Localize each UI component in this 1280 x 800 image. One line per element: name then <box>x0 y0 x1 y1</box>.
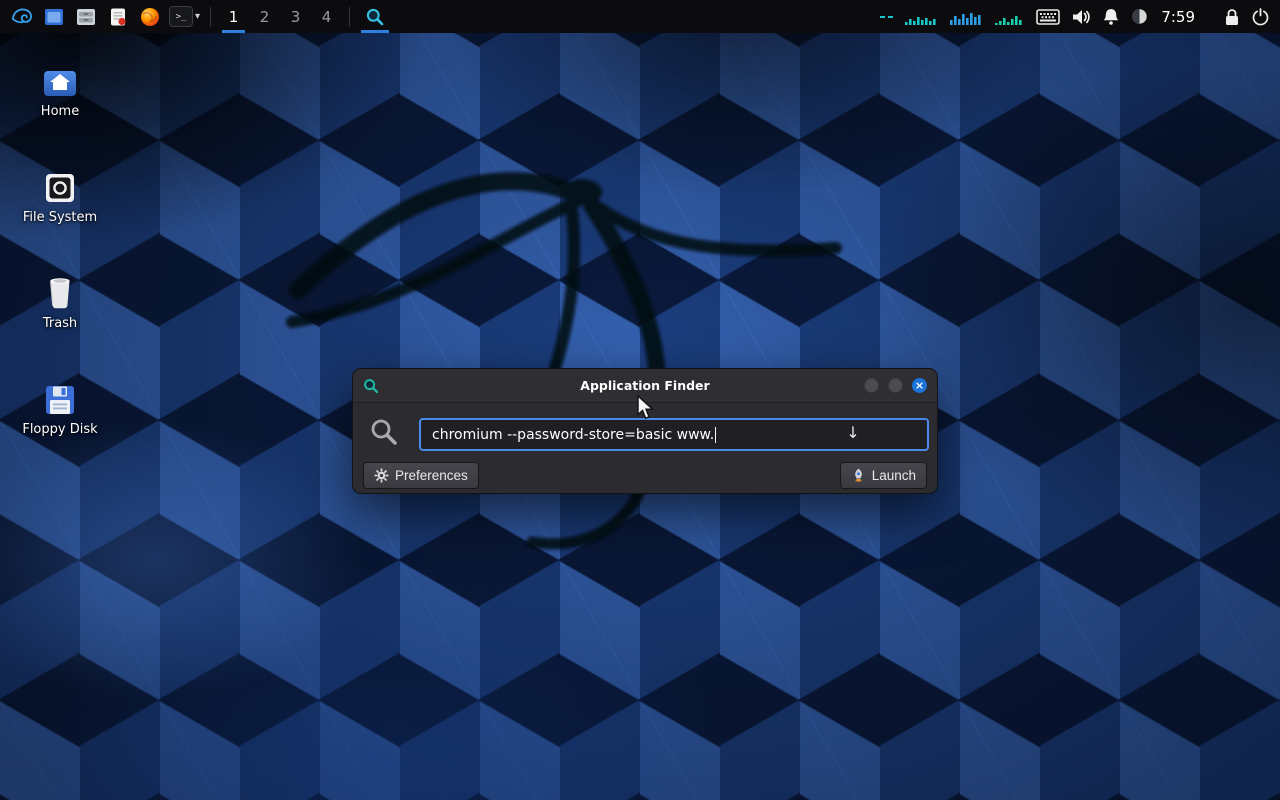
workspace-4[interactable]: 4 <box>311 0 342 33</box>
preferences-button[interactable]: Preferences <box>363 462 479 489</box>
launch-icon <box>851 468 866 483</box>
kali-menu-icon[interactable] <box>6 0 38 33</box>
gear-icon <box>374 468 389 483</box>
titlebar[interactable]: Application Finder × <box>353 369 937 403</box>
indicator-dashes-icon[interactable] <box>880 0 894 33</box>
home-icon <box>12 56 108 98</box>
workspace-1[interactable]: 1 <box>218 0 249 33</box>
application-finder-icon <box>363 378 379 394</box>
text-editor-icon[interactable] <box>102 0 134 33</box>
net-graph-icon[interactable] <box>950 0 984 33</box>
workspace-3[interactable]: 3 <box>280 0 311 33</box>
chevron-down-icon: ▾ <box>195 11 200 22</box>
file-system-icon <box>12 162 108 204</box>
terminal-glyph: >_ <box>169 6 193 27</box>
panel-separator <box>349 7 350 27</box>
desktop-icon-file-system[interactable]: File System <box>12 162 108 226</box>
clock[interactable]: 7:59 <box>1159 8 1197 26</box>
desktop-icon-label: Home <box>12 105 108 120</box>
launch-button[interactable]: Launch <box>840 462 927 489</box>
trash-icon <box>12 268 108 310</box>
desktop-icon-floppy-disk[interactable]: Floppy Disk <box>12 374 108 438</box>
file-manager-icon[interactable] <box>70 0 102 33</box>
show-desktop-icon[interactable] <box>38 0 70 33</box>
floppy-disk-icon <box>12 374 108 416</box>
panel-separator <box>210 7 211 27</box>
search-icon <box>369 417 399 451</box>
keyboard-layout-icon[interactable] <box>1036 0 1060 33</box>
desktop-icon-label: Floppy Disk <box>12 423 108 438</box>
desktop-icon-label: File System <box>12 211 108 226</box>
command-text: chromium --password-store=basic www. <box>432 427 714 443</box>
notifications-bell-icon[interactable] <box>1102 0 1120 33</box>
desktop: Home File System Trash <box>0 0 1280 800</box>
disk-graph-icon[interactable] <box>995 0 1025 33</box>
firefox-icon[interactable] <box>134 0 166 33</box>
application-finder-window: Application Finder × chromium --password… <box>352 368 938 494</box>
close-icon: × <box>915 380 924 391</box>
text-caret <box>715 427 716 443</box>
window-title: Application Finder <box>353 378 937 393</box>
cpu-graph-icon[interactable] <box>905 0 939 33</box>
app-finder-task-icon[interactable] <box>357 0 393 33</box>
night-light-icon[interactable] <box>1131 0 1148 33</box>
session-logout-icon[interactable] <box>1251 0 1270 33</box>
volume-icon[interactable] <box>1071 0 1091 33</box>
preferences-label: Preferences <box>395 468 468 483</box>
launch-label: Launch <box>872 468 916 483</box>
history-dropdown-icon[interactable]: ↓ <box>842 423 864 442</box>
minimize-button[interactable] <box>864 378 879 393</box>
desktop-icon-home[interactable]: Home <box>12 56 108 120</box>
desktop-icon-trash[interactable]: Trash <box>12 268 108 332</box>
workspace-2[interactable]: 2 <box>249 0 280 33</box>
close-button[interactable]: × <box>912 378 927 393</box>
maximize-button[interactable] <box>888 378 903 393</box>
screen-lock-icon[interactable] <box>1224 0 1240 33</box>
top-panel: >_ ▾ 1 2 3 4 <box>0 0 1280 33</box>
terminal-icon[interactable]: >_ ▾ <box>166 0 203 33</box>
desktop-icon-label: Trash <box>12 317 108 332</box>
